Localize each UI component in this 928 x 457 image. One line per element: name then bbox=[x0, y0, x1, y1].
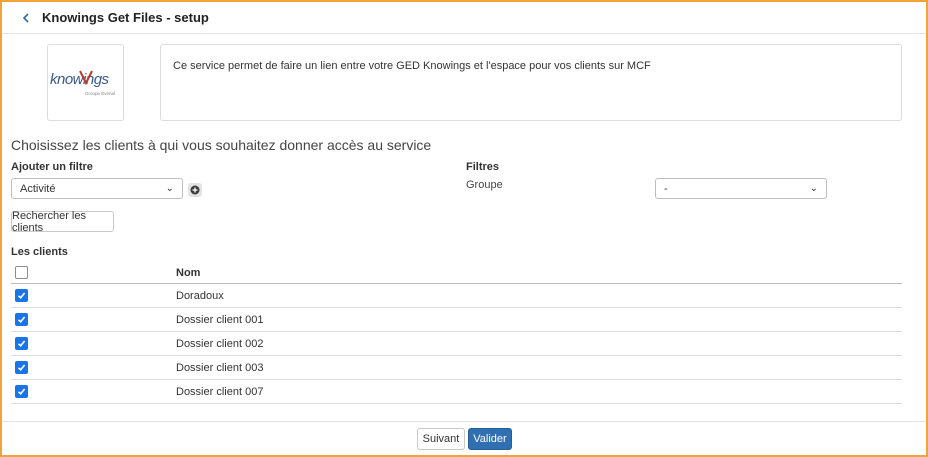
service-description: Ce service permet de faire un lien entre… bbox=[160, 44, 902, 121]
add-filter-button[interactable] bbox=[188, 183, 202, 197]
chevron-down-icon: ⌄ bbox=[809, 183, 818, 194]
back-button[interactable] bbox=[16, 8, 36, 28]
checkmark-icon bbox=[17, 340, 26, 347]
table-header-row: Nom bbox=[11, 262, 902, 284]
validate-button[interactable]: Valider bbox=[468, 428, 512, 450]
row-checkbox[interactable] bbox=[15, 337, 28, 350]
checkmark-icon bbox=[17, 292, 26, 299]
group-select[interactable]: - ⌄ bbox=[655, 178, 827, 199]
table-row: Doradoux bbox=[11, 284, 902, 308]
add-filter-value: Activité bbox=[20, 182, 56, 195]
clients-table: Nom Doradoux Dossier client 001 Dossier cl… bbox=[11, 262, 902, 404]
row-checkbox[interactable] bbox=[15, 313, 28, 326]
row-checkbox[interactable] bbox=[15, 385, 28, 398]
filters-label: Filtres bbox=[466, 161, 500, 173]
client-name: Doradoux bbox=[176, 289, 224, 302]
table-row: Dossier client 003 bbox=[11, 356, 902, 380]
chevron-down-icon: ⌄ bbox=[165, 183, 174, 194]
svg-text:knowings: knowings bbox=[50, 71, 110, 88]
client-name: Dossier client 001 bbox=[176, 313, 264, 326]
group-label: Groupe bbox=[466, 179, 503, 191]
checkmark-icon bbox=[17, 388, 26, 395]
chevron-left-icon bbox=[22, 12, 29, 23]
client-name: Dossier client 003 bbox=[176, 361, 264, 374]
client-name: Dossier client 007 bbox=[176, 385, 264, 398]
table-row: Dossier client 001 bbox=[11, 308, 902, 332]
page-footer: Suivant Valider bbox=[2, 421, 926, 455]
service-logo: knowings Groupe Everial bbox=[47, 44, 124, 121]
clients-label: Les clients bbox=[11, 246, 68, 258]
add-filter-select[interactable]: Activité ⌄ bbox=[11, 178, 183, 199]
description-text: Ce service permet de faire un lien entre… bbox=[173, 60, 651, 72]
knowings-logo: knowings Groupe Everial bbox=[50, 70, 115, 96]
page-title: Knowings Get Files - setup bbox=[42, 10, 209, 25]
group-value: - bbox=[664, 182, 668, 195]
page-header: Knowings Get Files - setup bbox=[2, 2, 926, 34]
table-row: Dossier client 002 bbox=[11, 332, 902, 356]
row-checkbox[interactable] bbox=[15, 361, 28, 374]
svg-text:Groupe Everial: Groupe Everial bbox=[85, 91, 115, 96]
checkmark-icon bbox=[17, 364, 26, 371]
checkmark-icon bbox=[17, 316, 26, 323]
select-all-checkbox[interactable] bbox=[15, 266, 28, 279]
add-filter-label: Ajouter un filtre bbox=[11, 161, 93, 173]
client-name: Dossier client 002 bbox=[176, 337, 264, 350]
table-row: Dossier client 007 bbox=[11, 380, 902, 404]
section-title: Choisissez les clients à qui vous souhai… bbox=[11, 137, 432, 153]
next-button[interactable]: Suivant bbox=[417, 428, 465, 450]
column-header-name: Nom bbox=[176, 266, 201, 279]
plus-circle-icon bbox=[190, 185, 200, 195]
row-checkbox[interactable] bbox=[15, 289, 28, 302]
search-clients-button[interactable]: Rechercher les clients bbox=[11, 210, 114, 234]
